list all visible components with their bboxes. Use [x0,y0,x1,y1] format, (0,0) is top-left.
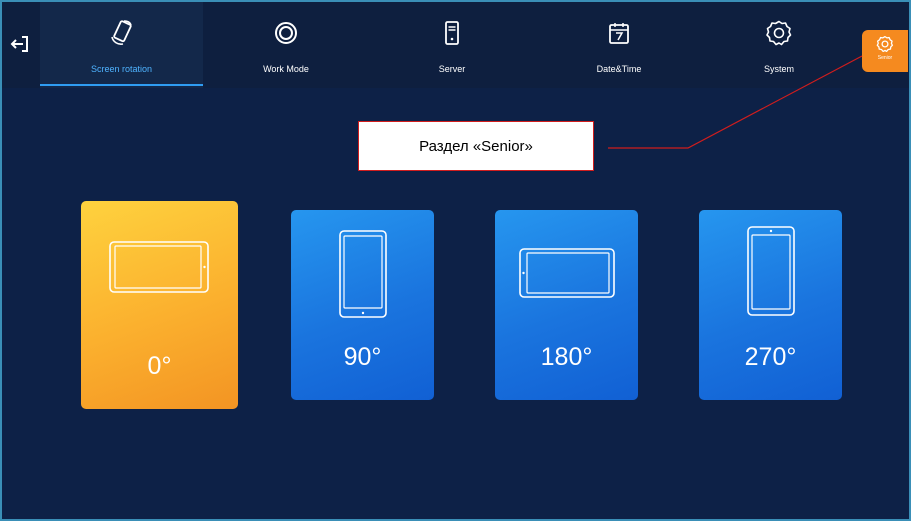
senior-button[interactable]: Senior [862,30,908,72]
exit-arrow-icon[interactable] [8,32,32,56]
annotation-callout: Раздел «Senior» [358,121,594,171]
tab-date-time[interactable]: Date&Time [569,2,669,88]
rotation-card-0[interactable]: 0° [81,201,238,409]
screen-frame: Screen rotation Work Mode Server Date&Ti… [0,0,911,521]
rotation-card-90[interactable]: 90° [291,210,434,400]
phone-rotate-icon [107,18,137,48]
top-nav-bar: Screen rotation Work Mode Server Date&Ti… [2,2,909,88]
tab-system[interactable]: System [729,2,829,88]
portrait-phone-flipped-icon [747,226,795,316]
tab-label: Screen rotation [90,64,153,74]
calendar-icon [604,18,634,48]
tab-label: Work Mode [263,64,309,74]
active-tab-indicator [40,84,203,86]
rotation-label: 0° [147,352,172,380]
gear-icon [764,18,794,48]
ring-icon [271,18,301,48]
rotation-card-270[interactable]: 270° [699,210,842,400]
tab-screen-rotation[interactable]: Screen rotation [40,2,203,88]
rotation-label: 270° [744,343,797,371]
tab-label: System [763,64,794,74]
tab-label: Server [438,64,466,74]
rotation-label: 90° [343,343,382,371]
landscape-phone-icon [109,241,209,293]
tab-server[interactable]: Server [402,2,502,88]
rotation-label: 180° [540,343,593,371]
server-icon [437,18,467,48]
tab-label: Date&Time [596,64,642,74]
senior-label: Senior [877,55,893,61]
rotation-card-180[interactable]: 180° [495,210,638,400]
portrait-phone-icon [339,230,387,318]
gear-small-icon [876,35,894,53]
landscape-phone-flipped-icon [519,248,615,298]
tab-work-mode[interactable]: Work Mode [236,2,336,88]
